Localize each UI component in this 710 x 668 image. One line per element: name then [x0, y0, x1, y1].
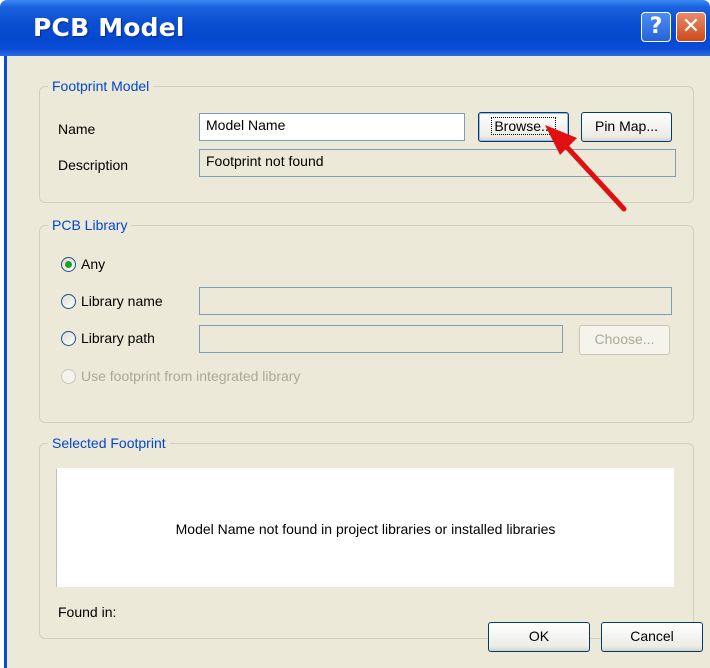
radio-integrated-library-label[interactable]: Use footprint from integrated library [81, 368, 300, 384]
radio-library-path[interactable] [61, 331, 76, 346]
radio-library-path-label[interactable]: Library path [81, 330, 155, 346]
choose-button[interactable]: Choose... [579, 325, 670, 355]
dialog-body: Footprint Model Name Model Name Browse..… [4, 56, 710, 668]
footprint-model-group: Footprint Model Name Model Name Browse..… [39, 78, 694, 203]
radio-integrated-library[interactable] [61, 369, 76, 384]
selected-footprint-group: Selected Footprint Model Name not found … [39, 435, 694, 639]
radio-library-name[interactable] [61, 294, 76, 309]
ok-button[interactable]: OK [488, 622, 590, 652]
found-in-label: Found in: [58, 604, 117, 620]
close-icon: ✕ [681, 14, 701, 39]
title-bar[interactable]: PCB Model ? ✕ [0, 0, 710, 56]
cancel-button[interactable]: Cancel [601, 622, 703, 652]
ok-button-label: OK [528, 628, 550, 644]
radio-any[interactable] [61, 257, 76, 272]
close-button[interactable]: ✕ [676, 12, 706, 42]
browse-button[interactable]: Browse... [478, 112, 569, 142]
help-button[interactable]: ? [641, 12, 671, 42]
pcb-library-group: PCB Library Any Library name Library pat… [39, 217, 694, 423]
footprint-model-legend: Footprint Model [48, 78, 154, 94]
footprint-preview: Model Name not found in project librarie… [56, 468, 674, 587]
pin-map-button[interactable]: Pin Map... [581, 112, 672, 142]
help-icon: ? [649, 14, 663, 39]
cancel-button-label: Cancel [630, 628, 674, 644]
pcb-model-dialog: PCB Model ? ✕ Footprint Model Name Model… [0, 0, 710, 668]
radio-any-label[interactable]: Any [81, 256, 105, 272]
library-name-input[interactable] [199, 287, 672, 315]
description-label: Description [58, 157, 129, 173]
name-label: Name [58, 121, 96, 137]
pcb-library-legend: PCB Library [48, 217, 132, 233]
description-field: Footprint not found [199, 149, 676, 177]
browse-button-label: Browse... [491, 117, 556, 135]
selected-footprint-legend: Selected Footprint [48, 435, 170, 451]
pin-map-button-label: Pin Map... [594, 118, 659, 134]
footprint-not-found-message: Model Name not found in project librarie… [175, 521, 556, 537]
library-path-input[interactable] [199, 325, 563, 353]
dialog-title: PCB Model [33, 13, 185, 42]
radio-library-name-label[interactable]: Library name [81, 293, 163, 309]
choose-button-label: Choose... [594, 331, 655, 347]
model-name-input[interactable]: Model Name [199, 113, 465, 141]
